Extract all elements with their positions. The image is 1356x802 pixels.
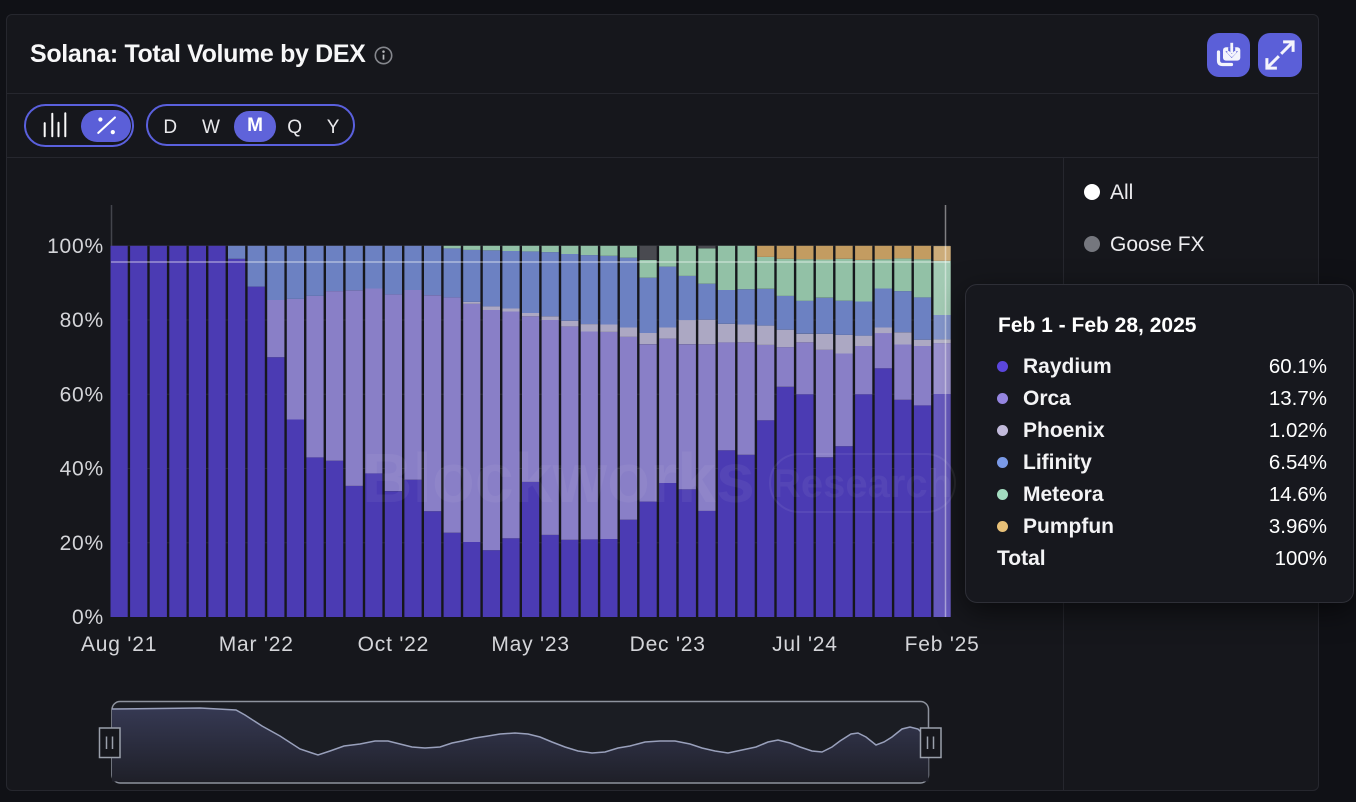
svg-text:40%: 40% <box>60 458 104 481</box>
svg-text:Dec '23: Dec '23 <box>630 633 706 656</box>
svg-text:Jul '24: Jul '24 <box>772 633 838 656</box>
svg-text:100%: 100% <box>47 235 104 258</box>
svg-text:0%: 0% <box>72 606 104 629</box>
svg-text:Mar '22: Mar '22 <box>219 633 294 656</box>
svg-text:Feb '25: Feb '25 <box>905 633 980 656</box>
svg-text:Oct '22: Oct '22 <box>358 633 429 656</box>
svg-text:Blockworks: Blockworks <box>362 439 755 517</box>
svg-text:60%: 60% <box>60 383 104 406</box>
svg-text:80%: 80% <box>60 309 104 332</box>
svg-text:Research: Research <box>772 462 952 506</box>
svg-text:Aug '21: Aug '21 <box>81 633 157 656</box>
svg-text:May '23: May '23 <box>491 633 569 656</box>
svg-text:20%: 20% <box>60 532 104 555</box>
